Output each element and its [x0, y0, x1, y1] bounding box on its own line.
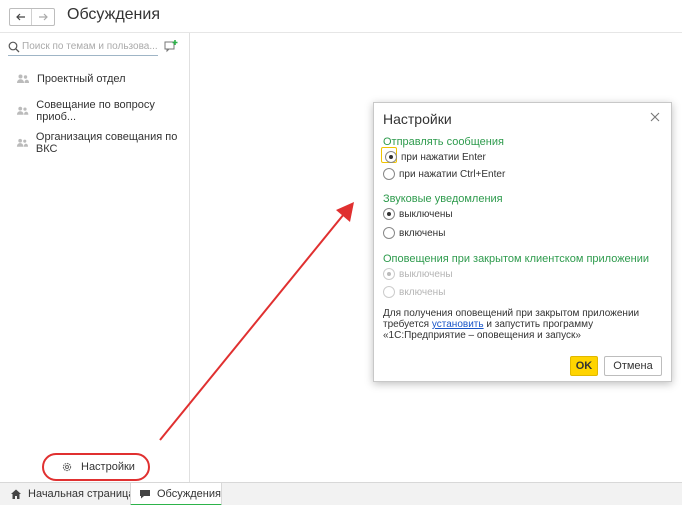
arrow-right-icon [39, 13, 48, 21]
radio-send-ctrl-enter[interactable]: при нажатии Ctrl+Enter [383, 166, 505, 182]
sound-notifications-label: Звуковые уведомления [383, 193, 503, 205]
info-text-part: и запустить программу [483, 319, 594, 330]
radio-button[interactable] [385, 151, 397, 163]
radio-button[interactable] [383, 168, 395, 180]
conversation-label: Совещание по вопросу приоб... [36, 99, 155, 123]
tab-discussions[interactable]: Обсуждения [130, 483, 222, 505]
back-button[interactable] [10, 9, 32, 25]
info-line-1: Для получения оповещений при закрытом пр… [383, 308, 640, 319]
info-line-3: «1С:Предприятие – оповещения и запуск» [383, 330, 581, 341]
home-icon [11, 489, 21, 499]
page-title: Обсуждения [67, 6, 160, 23]
radio-button[interactable] [383, 227, 395, 239]
conversation-list: Проектный отдел Совещание по вопросу при… [0, 63, 189, 159]
info-text: Для получения оповещений при закрытом пр… [383, 308, 665, 341]
tab-home[interactable]: Начальная страница [10, 483, 134, 505]
ok-button[interactable]: OK [570, 356, 598, 376]
conversation-label: Организация совещания по ВКС [35, 131, 178, 155]
radio-button[interactable] [383, 208, 395, 220]
search-icon [8, 41, 20, 52]
settings-label: Настройки [81, 461, 135, 473]
radio-sound-off[interactable]: выключены [383, 206, 453, 222]
conversation-item-vks-meeting[interactable]: Организация совещания по ВКС [0, 127, 189, 159]
gear-icon [62, 462, 72, 472]
navigation-buttons [9, 8, 55, 26]
conversations-sidebar: Проектный отдел Совещание по вопросу при… [0, 33, 190, 482]
radio-label: выключены [399, 268, 453, 280]
window-header: Обсуждения [0, 0, 682, 33]
settings-button[interactable]: Настройки [42, 453, 150, 481]
users-icon [17, 74, 29, 83]
radio-sound-on[interactable]: включены [383, 225, 445, 241]
info-line-2: требуется установить и запустить програм… [383, 319, 665, 330]
tab-label: Обсуждения [157, 487, 221, 500]
radio-closed-off: выключены [383, 266, 453, 282]
install-link[interactable]: установить [432, 319, 484, 330]
radio-button [383, 286, 395, 298]
radio-label: при нажатии Enter [401, 151, 486, 163]
close-icon[interactable] [649, 111, 661, 123]
radio-button [383, 268, 395, 280]
info-text-part: требуется [383, 319, 432, 330]
radio-label: включены [399, 286, 446, 298]
search-input[interactable] [22, 41, 158, 52]
conversation-item-project-department[interactable]: Проектный отдел [0, 63, 189, 95]
send-messages-label: Отправлять сообщения [383, 136, 504, 148]
conversation-item-meeting-purchase[interactable]: Совещание по вопросу приоб... [0, 95, 189, 127]
settings-dialog: Настройки Отправлять сообщения при нажат… [373, 102, 672, 382]
search-box [8, 38, 158, 56]
closed-app-notifications-label: Оповещения при закрытом клиентском прило… [383, 253, 650, 265]
dialog-title: Настройки [383, 111, 452, 127]
conversation-label: Проектный отдел [37, 73, 126, 85]
users-icon [16, 138, 28, 147]
radio-label: включены [399, 227, 446, 239]
radio-send-enter[interactable]: при нажатии Enter [385, 149, 486, 165]
users-icon [16, 106, 29, 115]
radio-label: при нажатии Ctrl+Enter [399, 168, 506, 180]
arrow-left-icon [15, 13, 25, 21]
radio-label: выключены [399, 208, 453, 220]
cancel-button[interactable]: Отмена [604, 356, 662, 376]
radio-closed-on: включены [383, 284, 445, 300]
bottom-tabs-bar: Начальная страница Обсуждения [0, 482, 682, 505]
tab-label: Начальная страница [28, 488, 135, 500]
chat-icon [140, 489, 150, 498]
forward-button[interactable] [32, 9, 54, 25]
add-conversation-icon[interactable] [164, 39, 178, 53]
